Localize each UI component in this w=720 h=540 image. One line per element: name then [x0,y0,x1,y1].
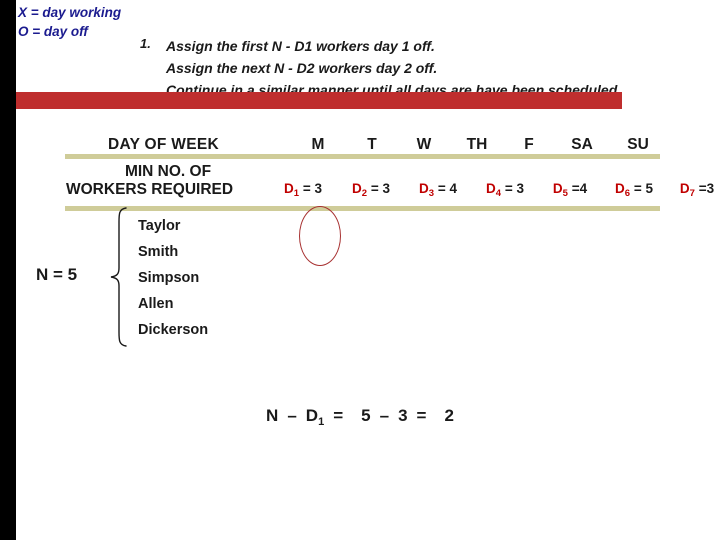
worker-name-item: Taylor [138,218,181,234]
equation-lhs-d: D [305,406,319,425]
requirement-d3: D3 = 4 [419,181,457,199]
equation-minus-2: – [379,406,390,425]
equation-equals-1: = [333,406,344,425]
slide-canvas: X = day working O = day off 1. Assign th… [0,0,720,540]
worker-name-item: Simpson [138,270,200,286]
requirement-d6: D6 = 5 [615,181,653,199]
instruction-line-2: Assign the next N - D2 workers day 2 off… [166,60,438,76]
requirement-d6-value: = 5 [630,181,653,196]
equation-result: 2 [444,406,454,425]
requirement-d3-label: D3 [419,181,435,199]
worker-name-item: Smith [138,244,179,260]
annotation-ellipse-monday [299,206,341,266]
equation-rhs-a: 5 [361,406,371,425]
requirement-d7: D7 =3 [679,181,715,199]
requirement-d5-label: D5 [552,181,568,199]
day-header-t: T [367,136,377,153]
legend-block: X = day working O = day off [18,3,121,41]
day-header-su: SU [627,136,649,153]
requirement-d1-label: D1 [284,181,300,199]
requirement-d7-subscript: 7 [689,188,695,199]
equation-minus-1: – [287,406,297,425]
red-banner-stripe [16,92,622,109]
requirement-d2: D2 = 3 [352,181,390,199]
row-header-min-line1: MIN NO. OF [124,163,212,180]
instruction-number: 1. [140,36,151,51]
workforce-size-label: N = 5 [36,265,78,284]
day-header-th: TH [466,136,488,153]
instruction-line-1: Assign the first N - D1 workers day 1 of… [166,38,435,54]
day-header-m: M [311,136,325,153]
requirement-d5: D5 =4 [552,181,588,199]
curly-brace-icon [110,207,127,347]
legend-line-dayoff: O = day off [18,24,88,39]
requirement-d2-subscript: 2 [361,188,368,199]
requirement-d1-value: = 3 [299,181,322,196]
requirement-d2-label: D2 [352,181,368,199]
requirement-d7-label: D7 [679,181,695,199]
equation-equals-2: = [416,406,427,425]
day-header-f: F [524,136,534,153]
row-header-min-line2: WORKERS REQUIRED [66,181,234,198]
requirement-d6-label: D6 [615,181,631,199]
worker-name-list: Taylor Smith Simpson Allen Dickerson [138,213,208,343]
requirement-d2-value: = 3 [367,181,390,196]
requirement-d4-value: = 3 [501,181,524,196]
requirement-d6-subscript: 6 [624,188,631,199]
requirement-d7-value: =3 [694,181,715,196]
requirement-d4-subscript: 4 [495,188,502,199]
table-rule-bottom [65,206,660,211]
requirement-d1-subscript: 1 [293,188,300,199]
day-header-sa: SA [571,136,593,153]
requirement-d4-label: D4 [486,181,502,199]
requirement-d5-value: =4 [567,181,588,196]
equation-lhs-d-sub: 1 [318,416,325,428]
requirement-d4: D4 = 3 [486,181,524,199]
requirement-d3-value: = 4 [434,181,457,196]
worker-name-item: Dickerson [138,322,209,338]
requirement-d5-subscript: 5 [562,188,568,199]
bottom-equation: N – D1 = 5–3 = 2 [0,406,720,428]
table-rule-top [65,154,660,159]
legend-line-working: X = day working [18,5,122,20]
equation-rhs-b: 3 [398,406,408,425]
left-edge-bar [0,0,16,540]
requirement-d1: D1 = 3 [284,181,322,199]
worker-name-item: Allen [138,296,174,312]
requirement-d3-subscript: 3 [428,188,435,199]
equation-lhs-n: N [266,406,279,425]
day-header-w: W [416,136,432,153]
row-header-day-of-week: DAY OF WEEK [108,136,219,153]
